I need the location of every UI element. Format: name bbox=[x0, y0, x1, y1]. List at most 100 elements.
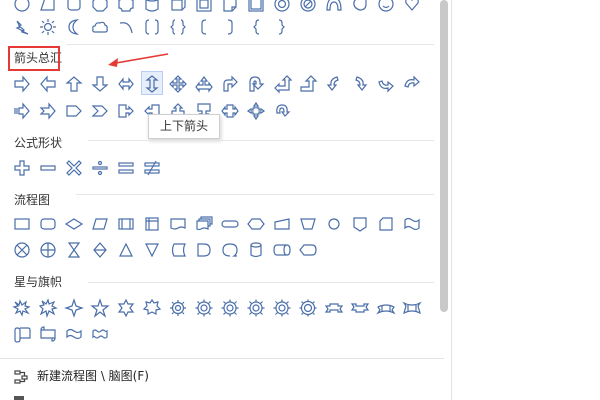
curved-ribbon-up-icon[interactable] bbox=[376, 298, 396, 318]
chevron-arrow-icon[interactable] bbox=[90, 101, 110, 121]
shape-cube[interactable] bbox=[168, 0, 188, 14]
right-arrow-icon[interactable] bbox=[12, 74, 32, 94]
star-32-point-icon[interactable] bbox=[298, 298, 318, 318]
flowchart-card-icon[interactable] bbox=[376, 214, 396, 234]
bent-up-arrow-icon[interactable] bbox=[298, 74, 318, 94]
star-24-point-icon[interactable] bbox=[272, 298, 292, 318]
shape-cloud[interactable] bbox=[90, 17, 110, 37]
shape-double-brace[interactable] bbox=[168, 17, 188, 37]
explosion-1-icon[interactable] bbox=[12, 298, 32, 318]
quad-callout-icon[interactable] bbox=[246, 101, 266, 121]
shape-no-symbol[interactable] bbox=[298, 0, 318, 14]
double-wave-icon[interactable] bbox=[90, 324, 110, 344]
flowchart-or-icon[interactable] bbox=[38, 240, 58, 260]
shape-double-bracket[interactable] bbox=[142, 17, 162, 37]
ribbon-up-icon[interactable] bbox=[324, 298, 344, 318]
flowchart-punched-tape-icon[interactable] bbox=[402, 214, 422, 234]
shape-circle[interactable] bbox=[12, 0, 32, 14]
shape-tear[interactable] bbox=[350, 0, 370, 14]
shape-lightning-bolt[interactable] bbox=[12, 17, 32, 37]
flowchart-sort-icon[interactable] bbox=[90, 240, 110, 260]
left-up-arrow-icon[interactable] bbox=[272, 74, 292, 94]
flowchart-terminator-icon[interactable] bbox=[220, 214, 240, 234]
shape-octagon[interactable] bbox=[90, 0, 110, 14]
notched-right-arrow-icon[interactable] bbox=[38, 101, 58, 121]
flowchart-direct-access-icon[interactable] bbox=[272, 240, 292, 260]
left-arrow-icon[interactable] bbox=[38, 74, 58, 94]
shape-arc[interactable] bbox=[116, 17, 136, 37]
circular-arrow-icon[interactable] bbox=[272, 101, 292, 121]
star-10-point-icon[interactable] bbox=[194, 298, 214, 318]
flowchart-manual-input-icon[interactable] bbox=[272, 214, 292, 234]
left-right-arrow-icon[interactable] bbox=[116, 74, 136, 94]
flowchart-multidocument-icon[interactable] bbox=[194, 214, 214, 234]
up-arrow-icon[interactable] bbox=[64, 74, 84, 94]
striped-right-arrow-icon[interactable] bbox=[12, 101, 32, 121]
flowchart-extract-icon[interactable] bbox=[116, 240, 136, 260]
down-arrow-icon[interactable] bbox=[90, 74, 110, 94]
explosion-2-icon[interactable] bbox=[38, 298, 58, 318]
star-12-point-icon[interactable] bbox=[220, 298, 240, 318]
flowchart-process-icon[interactable] bbox=[12, 214, 32, 234]
star-16-point-icon[interactable] bbox=[246, 298, 266, 318]
shape-rounded[interactable] bbox=[64, 0, 84, 14]
horizontal-scroll-icon[interactable] bbox=[38, 324, 58, 344]
curved-right-arrow-icon[interactable] bbox=[350, 74, 370, 94]
equal-icon[interactable] bbox=[116, 158, 136, 178]
quad-arrow-icon[interactable] bbox=[168, 74, 188, 94]
star-5-point-icon[interactable] bbox=[90, 298, 110, 318]
shape-smiley[interactable] bbox=[376, 0, 396, 14]
flowchart-magnetic-disk-icon[interactable] bbox=[246, 240, 266, 260]
bent-arrow-icon[interactable] bbox=[220, 74, 240, 94]
shape-folded-corner[interactable] bbox=[220, 0, 240, 14]
pentagon-arrow-icon[interactable] bbox=[64, 101, 84, 121]
flowchart-alternate-process-icon[interactable] bbox=[38, 214, 58, 234]
flowchart-internal-storage-icon[interactable] bbox=[142, 214, 162, 234]
star-6-point-icon[interactable] bbox=[116, 298, 136, 318]
new-flowchart-mindmap-item[interactable]: 新建流程图 \ 脑图(F) bbox=[10, 366, 430, 388]
flowchart-display-icon[interactable] bbox=[298, 240, 318, 260]
multiply-icon[interactable] bbox=[64, 158, 84, 178]
left-right-callout-icon[interactable] bbox=[220, 101, 240, 121]
curved-down-arrow-icon[interactable] bbox=[402, 74, 422, 94]
flowchart-data-icon[interactable] bbox=[90, 214, 110, 234]
star-4-point-icon[interactable] bbox=[64, 298, 84, 318]
shape-donut[interactable] bbox=[272, 0, 292, 14]
shape-sun[interactable] bbox=[38, 17, 58, 37]
shape-cylinder[interactable] bbox=[142, 0, 162, 14]
right-callout-arrow-icon[interactable] bbox=[116, 101, 136, 121]
flowchart-summing-junction-icon[interactable] bbox=[12, 240, 32, 260]
shape-frame[interactable] bbox=[246, 0, 266, 14]
flowchart-delay-icon[interactable] bbox=[194, 240, 214, 260]
vertical-scroll-icon[interactable] bbox=[12, 324, 32, 344]
flowchart-collate-icon[interactable] bbox=[64, 240, 84, 260]
shape-moon[interactable] bbox=[64, 17, 84, 37]
shape-block-arc[interactable] bbox=[324, 0, 344, 14]
shape-left-bracket[interactable] bbox=[194, 17, 214, 37]
shape-left-brace[interactable] bbox=[246, 17, 266, 37]
wave-icon[interactable] bbox=[64, 324, 84, 344]
flowchart-preparation-icon[interactable] bbox=[246, 214, 266, 234]
shape-right-bracket[interactable] bbox=[220, 17, 240, 37]
flowchart-document-icon[interactable] bbox=[168, 214, 188, 234]
curved-up-arrow-icon[interactable] bbox=[376, 74, 396, 94]
flowchart-sequential-access-icon[interactable] bbox=[220, 240, 240, 260]
flowchart-connector-icon[interactable] bbox=[324, 214, 344, 234]
shape-plaque[interactable] bbox=[116, 0, 136, 14]
star-7-point-icon[interactable] bbox=[142, 298, 162, 318]
shape-right-brace[interactable] bbox=[272, 17, 292, 37]
flowchart-manual-operation-icon[interactable] bbox=[298, 214, 318, 234]
flowchart-decision-icon[interactable] bbox=[64, 214, 84, 234]
shape-parallelogram[interactable] bbox=[38, 0, 58, 14]
vertical-scrollbar[interactable] bbox=[440, 0, 448, 312]
divide-icon[interactable] bbox=[90, 158, 110, 178]
flowchart-offpage-connector-icon[interactable] bbox=[350, 214, 370, 234]
flowchart-stored-data-icon[interactable] bbox=[168, 240, 188, 260]
curved-left-arrow-icon[interactable] bbox=[324, 74, 344, 94]
shape-bevel[interactable] bbox=[194, 0, 214, 14]
star-8-point-icon[interactable] bbox=[168, 298, 188, 318]
u-turn-arrow-icon[interactable] bbox=[246, 74, 266, 94]
flowchart-merge-icon[interactable] bbox=[142, 240, 162, 260]
up-down-arrow-icon[interactable] bbox=[142, 74, 162, 94]
curved-ribbon-down-icon[interactable] bbox=[402, 298, 422, 318]
